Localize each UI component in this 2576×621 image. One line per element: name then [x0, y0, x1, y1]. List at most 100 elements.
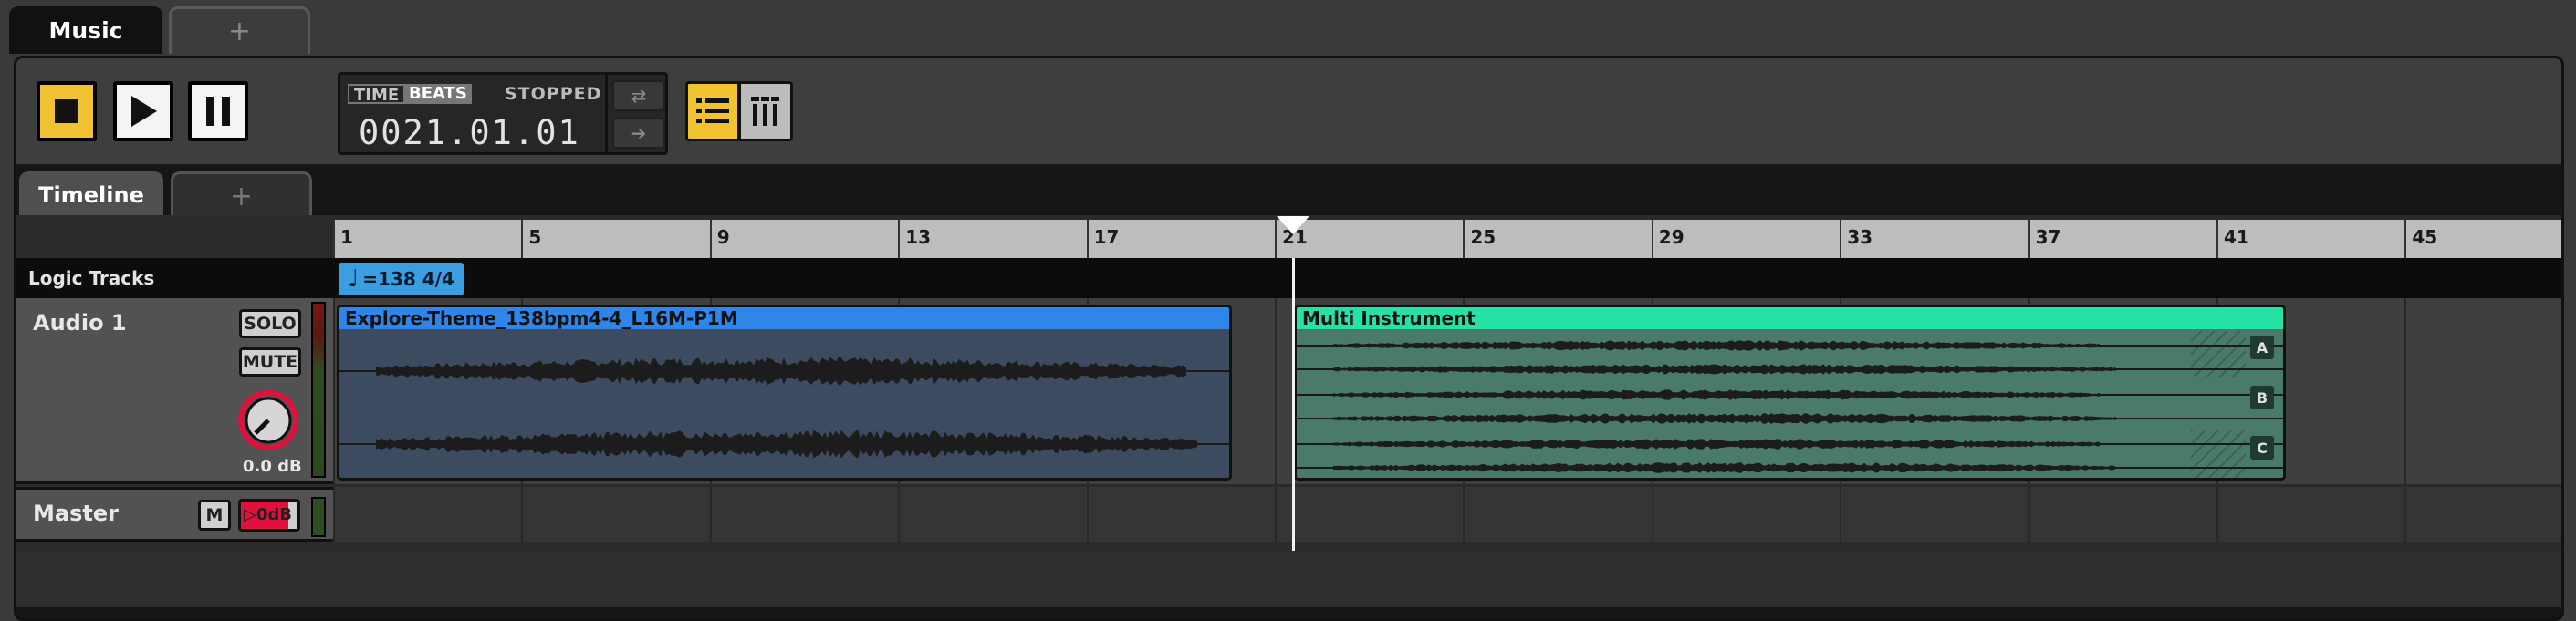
- pause-icon: [206, 97, 230, 126]
- note-icon: ♩: [348, 265, 360, 293]
- volume-knob[interactable]: [235, 388, 301, 453]
- play-button[interactable]: [113, 81, 173, 141]
- playhead-marker[interactable]: [1277, 216, 1309, 234]
- track-name: Audio 1: [33, 310, 127, 336]
- ruler-tick: [2216, 220, 2218, 258]
- tab-timeline[interactable]: Timeline: [19, 171, 163, 219]
- tab-music-label: Music: [48, 16, 123, 44]
- stop-button[interactable]: [37, 81, 97, 141]
- plus-icon: +: [227, 16, 252, 47]
- mixer-view-button[interactable]: [738, 81, 793, 141]
- main-window: TIME BEATS STOPPED 0021.01.01 ⇄ ➔ Timeli…: [14, 56, 2564, 621]
- pause-button[interactable]: [188, 81, 248, 141]
- level-meter: [311, 302, 326, 478]
- timeline-ruler[interactable]: 1 5 9 13 17 21 25 29 33 37 41 45: [333, 220, 2561, 258]
- marker-b-label: B: [2256, 388, 2268, 407]
- ruler-bar-number: 13: [905, 226, 932, 248]
- logic-tracks-label: Logic Tracks: [28, 267, 155, 289]
- ruler-tick: [1840, 220, 1842, 258]
- mute-label: M: [205, 505, 224, 525]
- follow-playhead-button[interactable]: ➔: [612, 118, 665, 149]
- loop-icon: ⇄: [631, 85, 647, 107]
- play-icon: [131, 96, 157, 127]
- region-title: Explore-Theme_138bpm4-4_L16M-P1M: [339, 307, 1229, 329]
- grid-line: [1275, 298, 1277, 484]
- track-name: Master: [33, 501, 119, 526]
- ruler-bar-number: 17: [1093, 226, 1120, 248]
- grid-line: [898, 487, 901, 542]
- arrow-right-icon: ➔: [631, 122, 647, 144]
- tab-timeline-label: Timeline: [38, 182, 144, 208]
- solo-label: SOLO: [244, 314, 297, 334]
- marker-c[interactable]: C: [2250, 436, 2274, 460]
- ruler-bar-number: 33: [1847, 226, 1873, 248]
- loop-button[interactable]: ⇄: [612, 80, 665, 111]
- ruler-bar-number: 25: [1470, 226, 1497, 248]
- mute-button[interactable]: MUTE: [239, 347, 301, 377]
- plus-icon: +: [229, 181, 254, 212]
- grid-line: [333, 487, 335, 542]
- grid-line: [521, 487, 524, 542]
- grid-line: [1086, 487, 1089, 542]
- track-header-master[interactable]: Master M ▷0dB: [16, 487, 333, 542]
- mute-label: MUTE: [242, 352, 298, 372]
- add-tab-button[interactable]: +: [169, 6, 310, 54]
- marker-b[interactable]: B: [2250, 386, 2274, 409]
- ruler-tick: [898, 220, 901, 258]
- transport-clock: TIME BEATS STOPPED 0021.01.01 ⇄ ➔: [338, 72, 668, 155]
- solo-button[interactable]: SOLO: [239, 309, 301, 338]
- ruler-bar-number: 45: [2412, 226, 2438, 248]
- grid-line: [1840, 487, 1842, 542]
- tab-music[interactable]: Music: [9, 6, 162, 54]
- grid-line: [709, 487, 712, 542]
- marker-a-label: A: [2256, 338, 2268, 357]
- ruler-bar-number: 5: [528, 226, 542, 248]
- grid-line: [2404, 298, 2407, 484]
- ruler-tick: [1086, 220, 1089, 258]
- grid-line: [2216, 487, 2218, 542]
- ruler-tick: [2404, 220, 2407, 258]
- list-view-icon: [696, 98, 729, 123]
- beats-mode-toggle[interactable]: BEATS: [404, 84, 472, 104]
- track-header-audio-1[interactable]: Audio 1 SOLO MUTE 0.0 dB: [16, 298, 333, 484]
- ruler-bar-number: 41: [2224, 226, 2249, 248]
- transport-toolbar: TIME BEATS STOPPED 0021.01.01 ⇄ ➔: [16, 58, 2561, 164]
- volume-readout: 0.0 dB: [243, 457, 302, 476]
- stop-icon: [55, 99, 78, 123]
- ruler-bar-number: 9: [716, 226, 730, 248]
- position-display: 0021.01.01: [359, 113, 580, 152]
- marker-c-label: C: [2257, 439, 2268, 457]
- grid-line: [1275, 487, 1277, 542]
- tempo-marker-label: =138 4/4: [362, 268, 454, 290]
- mixer-view-icon: [751, 97, 779, 126]
- waveform: [339, 357, 1229, 459]
- master-volume-slider[interactable]: ▷0dB: [238, 499, 300, 532]
- region-explore-theme[interactable]: Explore-Theme_138bpm4-4_L16M-P1M: [337, 305, 1232, 481]
- marker-a[interactable]: A: [2250, 336, 2274, 359]
- ruler-tick: [333, 220, 335, 258]
- ruler-bar-number: 29: [1658, 226, 1684, 248]
- grid-line: [1651, 487, 1653, 542]
- ruler-tick: [1651, 220, 1653, 258]
- ruler-tick: [709, 220, 712, 258]
- ruler-tick: [2028, 220, 2030, 258]
- master-lane[interactable]: [333, 487, 2561, 542]
- time-mode-toggle[interactable]: TIME: [348, 84, 406, 105]
- ruler-tick: [1463, 220, 1465, 258]
- ruler-tick: [521, 220, 524, 258]
- ruler-bar-number: 37: [2035, 226, 2061, 248]
- tempo-marker[interactable]: ♩ =138 4/4: [339, 263, 464, 295]
- grid-line: [2028, 487, 2030, 542]
- master-mute-button[interactable]: M: [198, 500, 231, 531]
- region-title: Multi Instrument: [1297, 307, 2283, 329]
- transport-status: STOPPED: [505, 84, 602, 104]
- master-level-label: ▷0dB: [244, 505, 292, 524]
- region-multi-instrument[interactable]: Multi Instrument A B C: [1294, 305, 2286, 481]
- list-view-button[interactable]: [685, 81, 740, 141]
- grid-line: [2404, 487, 2407, 542]
- clock-divider: [605, 75, 608, 152]
- master-level-meter: [311, 497, 326, 537]
- ruler-bar-number: 1: [340, 226, 353, 248]
- empty-area: [16, 551, 2561, 607]
- add-timeline-tab-button[interactable]: +: [171, 171, 312, 219]
